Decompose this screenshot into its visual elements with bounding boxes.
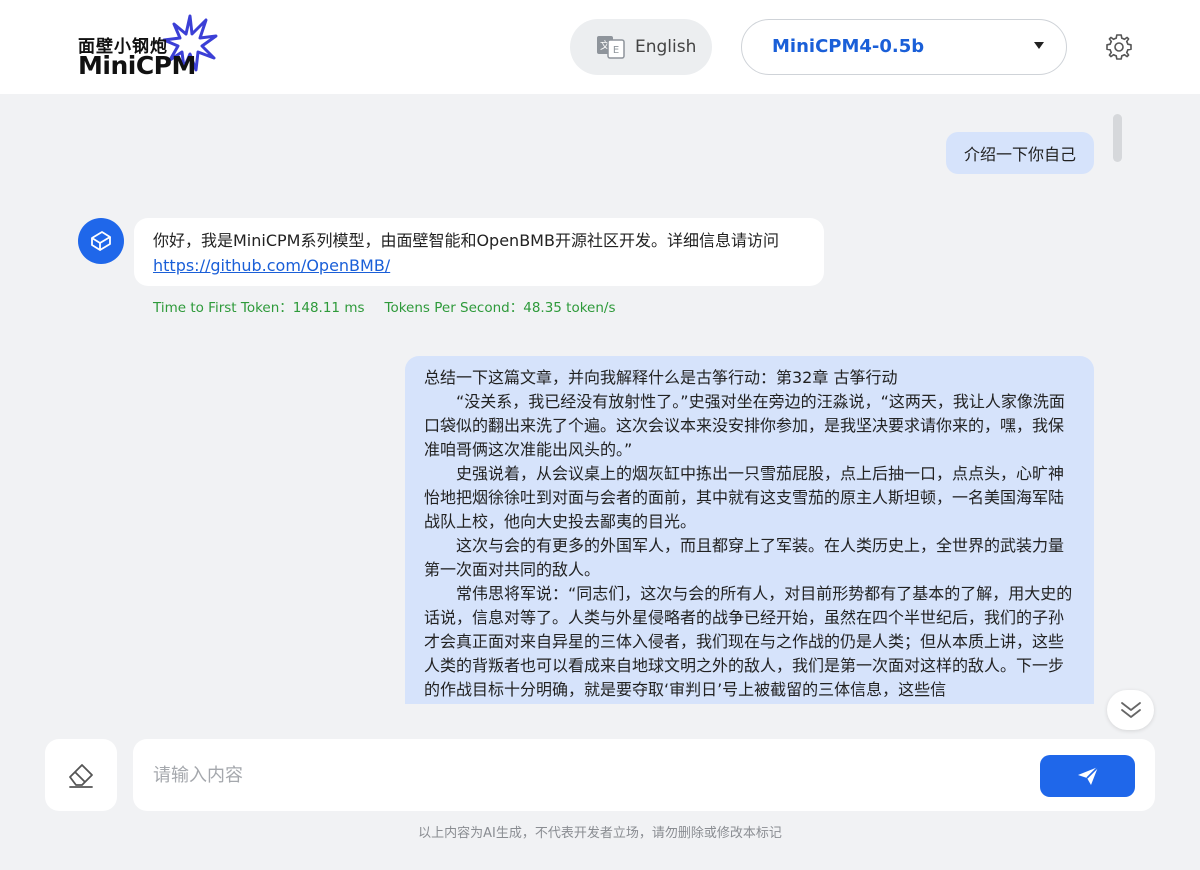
message-paragraph: 总结一下这篇文章，并向我解释什么是古筝行动：第32章 古筝行动 bbox=[424, 368, 898, 387]
tps-metric: Tokens Per Second：48.35 token/s bbox=[384, 300, 616, 316]
translate-icon: 文 E bbox=[597, 36, 625, 59]
logo: 面壁小钢炮 MiniCPM bbox=[78, 14, 218, 80]
chat-area: 介绍一下你自己 你好，我是MiniCPM系列模型，由面壁智能和OpenBMB开源… bbox=[0, 94, 1200, 704]
svg-text:E: E bbox=[613, 45, 619, 56]
message-paragraph: 常伟思将军说：“同志们，这次与会的所有人，对目前形势都有了基本的了解，用大史的话… bbox=[424, 584, 1073, 699]
ttft-metric: Time to First Token：148.11 ms bbox=[153, 300, 365, 316]
header: 面壁小钢炮 MiniCPM 文 E English MiniCPM4-0.5b bbox=[0, 0, 1200, 94]
message-input-box bbox=[133, 739, 1155, 811]
chat-scrollbar[interactable] bbox=[1113, 114, 1122, 162]
assistant-avatar bbox=[78, 218, 124, 264]
clear-conversation-button[interactable] bbox=[45, 739, 117, 811]
user-message: 介绍一下你自己 bbox=[945, 132, 1094, 174]
ai-disclaimer: 以上内容为AI生成，不代表开发者立场，请勿删除或修改本标记 bbox=[418, 826, 782, 841]
openbmb-link[interactable]: https://github.com/OpenBMB/ bbox=[153, 256, 390, 275]
language-label: English bbox=[635, 37, 697, 57]
model-select[interactable]: MiniCPM4-0.5b bbox=[741, 19, 1067, 75]
assistant-message: 你好，我是MiniCPM系列模型，由面壁智能和OpenBMB开源社区开发。详细信… bbox=[134, 218, 824, 286]
double-chevron-down-icon bbox=[1120, 702, 1141, 718]
user-message-long: 总结一下这篇文章，并向我解释什么是古筝行动：第32章 古筝行动 “没关系，我已经… bbox=[405, 356, 1094, 704]
send-button[interactable] bbox=[1040, 755, 1135, 797]
message-paragraph: 史强说着，从会议桌上的烟灰缸中拣出一只雪茄屁股，点上后抽一口，点点头，心旷神怡地… bbox=[424, 464, 1065, 531]
minicpm-cube-icon bbox=[91, 231, 111, 251]
logo-english-text: MiniCPM bbox=[78, 51, 196, 80]
message-paragraph: 这次与会的有更多的外国军人，而且都穿上了军装。在人类历史上，全世界的武装力量第一… bbox=[424, 536, 1065, 579]
caret-down-icon bbox=[1034, 42, 1044, 49]
paper-plane-icon bbox=[1077, 766, 1099, 785]
model-select-value: MiniCPM4-0.5b bbox=[772, 36, 925, 57]
scroll-to-bottom-button[interactable] bbox=[1107, 690, 1154, 730]
gear-icon[interactable] bbox=[1105, 33, 1133, 61]
assistant-message-text: 你好，我是MiniCPM系列模型，由面壁智能和OpenBMB开源社区开发。详细信… bbox=[153, 231, 779, 250]
message-input[interactable] bbox=[153, 759, 1033, 791]
language-toggle-button[interactable]: 文 E English bbox=[570, 19, 712, 75]
performance-metrics: Time to First Token：148.11 ms Tokens Per … bbox=[153, 296, 616, 316]
eraser-icon bbox=[69, 764, 93, 788]
message-paragraph: “没关系，我已经没有放射性了。”史强对坐在旁边的汪淼说，“这两天，我让人家像洗面… bbox=[424, 392, 1065, 459]
